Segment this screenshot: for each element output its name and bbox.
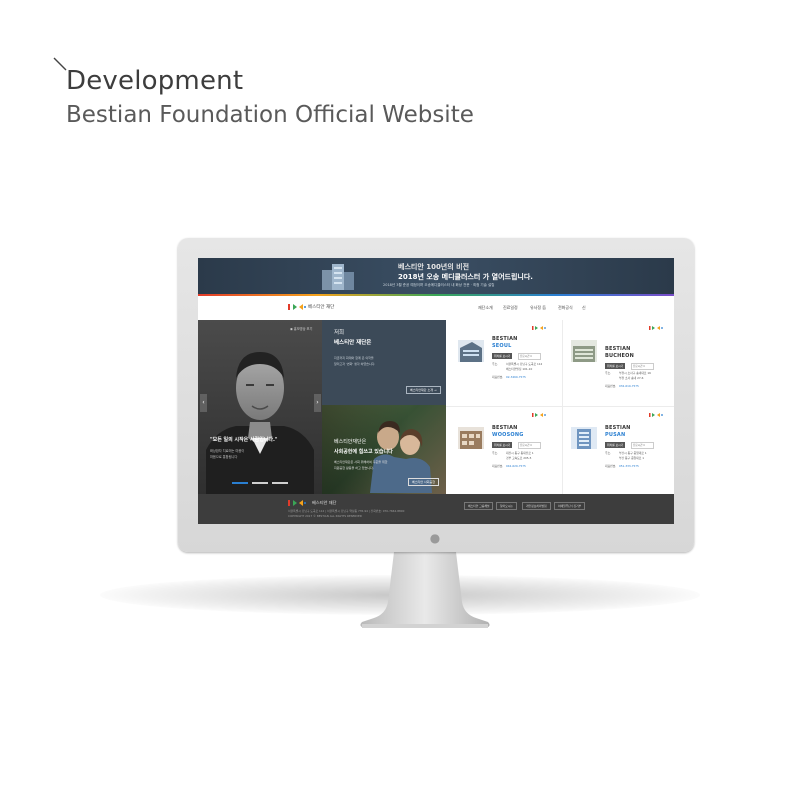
footer-link-group[interactable]: 베스티안 그룹채널 <box>464 502 494 510</box>
social-body-2: 지원공헌 활동을 하고 있습니다. <box>334 466 374 470</box>
footer-copyright: COPYRIGHT 2017 © BESTIAN ALL RIGHTS RESE… <box>288 514 362 518</box>
branch-tel[interactable]: 051-333-7575 <box>619 464 639 468</box>
website-screen: 베스티안 100년의 비전 2018년 오송 메디클러스터 가 열어드립니다. … <box>198 258 674 524</box>
branch-location-button[interactable]: 위치를 보시기 <box>605 442 626 448</box>
branch-card-woosong[interactable]: BESTIAN WOOSONG 위치를 보시기 진료시간 ▾ 주소. 대전시 동… <box>446 407 562 494</box>
branch-building-image <box>458 340 484 362</box>
branch-hours-select[interactable]: 진료시간 ▾ <box>631 363 654 370</box>
intro-title-1: 저희 <box>334 330 345 336</box>
branch-addr-2: 베스티안빌딩 101-10 <box>506 367 533 371</box>
branch-addr-1: 부천시 소사구 송내대로 16 <box>619 371 651 375</box>
branch-addr-2: 경부 고속도로 205-5 <box>506 456 532 460</box>
branch-tel[interactable]: 02-3460-7575 <box>506 375 526 379</box>
branch-logo-icon <box>649 413 663 417</box>
branch-building-image <box>571 340 597 362</box>
branch-name: BESTIAN <box>492 336 518 342</box>
hero-section: ◉ 홍보영상 보기 "모든 일의 시작은 사람입니다." 화상환자 치료에는 마… <box>198 320 446 494</box>
promo-video-link[interactable]: ◉ 홍보영상 보기 <box>290 326 312 331</box>
intro-body-1: 지금까지 화재와 함께 온 의학을 <box>334 356 374 360</box>
branch-tel[interactable]: 042-620-7575 <box>506 464 526 468</box>
branch-tel[interactable]: 032-610-7575 <box>619 384 639 388</box>
page-title: Development <box>66 66 244 96</box>
branch-building-image <box>458 427 484 449</box>
branch-city: BUCHEON <box>605 353 634 359</box>
branch-addr-1: 서울특별시 강남구 도곡로 112 <box>506 362 543 366</box>
intro-body-2: 알리고자 '변화' 생각 하였습니다. <box>334 362 376 366</box>
branch-hours-select[interactable]: 진료시간 ▾ <box>518 442 541 449</box>
footer-link-email-policy[interactable]: 이메일무단수집거부 <box>554 502 586 510</box>
site-footer: 베스티안 재단 서울특별시 강남구 도곡로 112 | 서울특별시 강남구 역삼… <box>198 494 674 524</box>
branch-logo-icon <box>649 326 663 330</box>
branch-logo-icon <box>532 413 546 417</box>
slider-next-button[interactable]: › <box>314 394 321 412</box>
site-nav: 베스티안 재단 재단소개 진료일정 유사정 듭 전화공식 신 <box>198 296 674 321</box>
footer-address: 서울특별시 강남구 도곡로 112 | 서울특별시 강남구 역삼동 735-94… <box>288 509 405 513</box>
footer-link-privacy[interactable]: 개인정보처리방침 <box>522 502 551 510</box>
social-title-1: 베스티안재단은 <box>334 439 367 445</box>
footer-logo-text: 베스티안 재단 <box>312 500 337 505</box>
branch-tel-label: 대표번호. <box>492 375 504 379</box>
hero-quote: "모든 일의 시작은 사람입니다." <box>210 437 278 443</box>
branch-tel-label: 대표번호. <box>605 464 617 468</box>
branch-building-image <box>571 427 597 449</box>
branch-tel-label: 대표번호. <box>605 384 617 388</box>
building-illustration <box>322 264 354 290</box>
intro-title-2: 베스티안 재단은 <box>334 340 372 346</box>
branch-city: WOOSONG <box>492 432 524 438</box>
branch-addr-label: 주소. <box>605 371 612 375</box>
branch-logo-icon <box>532 326 546 330</box>
branch-card-pusan[interactable]: BESTIAN PUSAN 위치를 보시기 진료시간 ▾ 주소. 부산시 동구 … <box>563 407 674 494</box>
slider-pager[interactable] <box>232 482 292 485</box>
branch-addr-label: 주소. <box>492 451 499 455</box>
branch-hours-select[interactable]: 진료시간 ▾ <box>518 353 541 360</box>
branch-card-bucheon[interactable]: BESTIAN BUCHEON 위치를 보시기 진료시간 ▾ 주소. 부천시 소… <box>563 320 674 406</box>
nav-item-3[interactable]: 유사정 듭 <box>530 305 546 311</box>
chevron-down-icon: ▾ <box>530 444 532 447</box>
monitor-frame: 베스티안 100년의 비전 2018년 오송 메디클러스터 가 열어드립니다. … <box>178 238 694 552</box>
apple-logo-icon: ● <box>429 531 441 545</box>
footer-link-directions[interactable]: 찾아오시는 <box>496 502 517 510</box>
branch-addr-2: 부산 동구 중앙대로 1 <box>619 456 645 460</box>
chevron-down-icon: ▾ <box>643 365 645 368</box>
branch-addr-1: 부산시 동구 중앙대로 1 <box>619 451 647 455</box>
branch-addr-2: 부천 소사 송내 27-6 <box>619 376 644 380</box>
top-banner[interactable]: 베스티안 100년의 비전 2018년 오송 메디클러스터 가 열어드립니다. … <box>198 258 674 294</box>
footer-logo-icon <box>288 500 306 506</box>
hero-subtext-2: 마음으로 통합됩니다 <box>210 455 238 459</box>
branch-name: BESTIAN <box>492 425 518 431</box>
branch-name: BESTIAN <box>605 425 631 431</box>
nav-item-schedule[interactable]: 진료일정 <box>503 305 518 311</box>
nav-item-5[interactable]: 신 <box>582 305 586 311</box>
monitor-stand <box>360 552 490 628</box>
branch-location-button[interactable]: 위치를 보시기 <box>605 363 626 369</box>
branch-name: BESTIAN <box>605 346 631 352</box>
hero-subtext-1: 화상환자 치료에는 마음이 <box>210 449 245 453</box>
branch-addr-label: 주소. <box>605 451 612 455</box>
banner-title: 2018년 오송 메디클러스터 가 열어드립니다. <box>398 273 533 281</box>
nav-item-about[interactable]: 재단소개 <box>478 305 493 311</box>
branch-city: SEOUL <box>492 343 512 349</box>
branch-location-button[interactable]: 위치를 보시기 <box>492 353 513 359</box>
nav-item-4[interactable]: 전화공식 <box>558 305 573 311</box>
branch-tel-label: 대표번호. <box>492 464 504 468</box>
chevron-down-icon: ▾ <box>530 355 532 358</box>
branch-hours-select[interactable]: 진료시간 ▾ <box>631 442 654 449</box>
social-title-2: 사회공헌에 힘쓰고 있습니다 <box>334 449 393 455</box>
social-body-1: 베스티안재단은 사회 위해하여 꾸준을 위한 <box>334 460 388 464</box>
branch-addr-label: 주소. <box>492 362 499 366</box>
slider-prev-button[interactable]: ‹ <box>200 394 207 412</box>
banner-heading: 베스티안 100년의 비전 <box>398 263 470 271</box>
branch-location-button[interactable]: 위치를 보시기 <box>492 442 513 448</box>
intro-more-button[interactable]: 베스티안재단 소개 → <box>406 386 441 394</box>
nav-logo-text[interactable]: 베스티안 재단 <box>308 304 334 310</box>
page-subtitle: Bestian Foundation Official Website <box>66 102 474 128</box>
foundation-logo-icon[interactable] <box>288 304 306 310</box>
branch-city: PUSAN <box>605 432 626 438</box>
banner-caption: 2018년 3월 준공 예정이며 오송메디클러스터 내 화상 전문 · 최첨 기… <box>383 283 495 287</box>
branch-card-seoul[interactable]: BESTIAN SEOUL 위치를 보시기 진료시간 ▾ 주소. 서울특별시 강… <box>446 320 562 406</box>
branch-addr-1: 대전시 동구 동대전로 1 <box>506 451 534 455</box>
portrait-photo <box>206 352 314 494</box>
social-more-button[interactable]: 베스티안 사회공헌 <box>408 478 440 486</box>
chevron-down-icon: ▾ <box>643 444 645 447</box>
